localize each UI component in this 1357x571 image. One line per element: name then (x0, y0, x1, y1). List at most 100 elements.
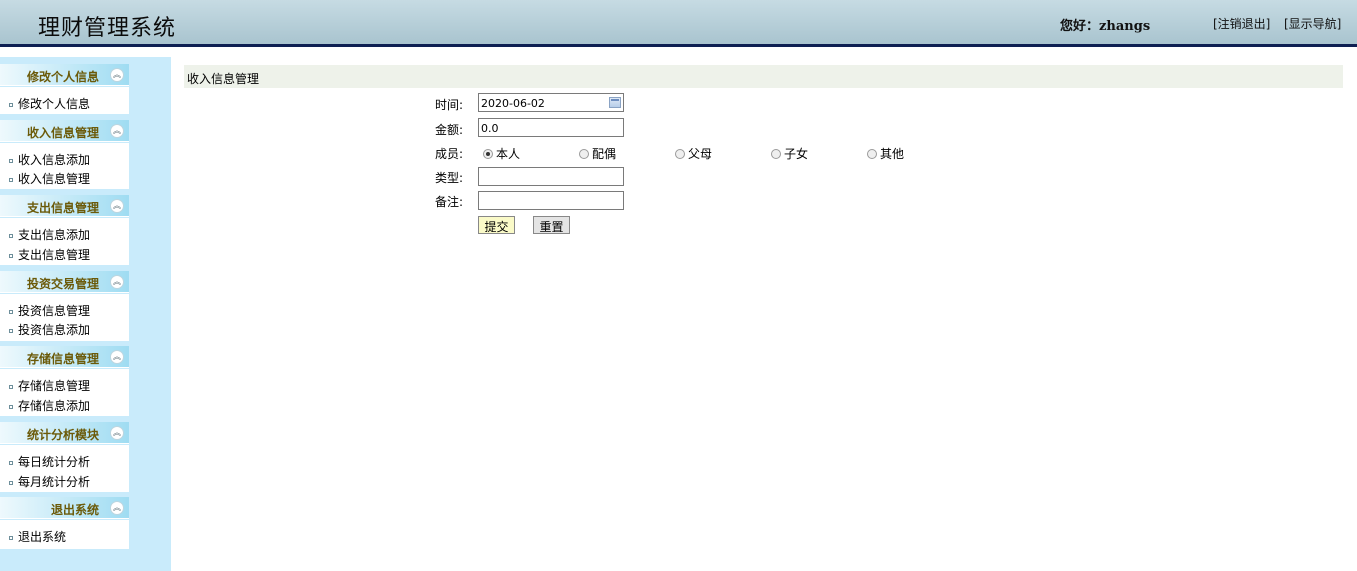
menu-group-title: 修改个人信息 (26, 70, 99, 84)
radio-selected-icon (483, 149, 493, 159)
sidebar-item-monthly-stats[interactable]: 每月统计分析 (9, 473, 90, 490)
sidebar-item-investment-manage[interactable]: 投资信息管理 (9, 302, 90, 319)
sidebar-item-label: 每月统计分析 (18, 475, 91, 489)
menu-group-personal[interactable]: 修改个人信息 ︽ (0, 64, 129, 86)
menu-group-exit[interactable]: 退出系统 ︽ (0, 497, 129, 519)
type-input[interactable] (478, 167, 624, 186)
sidebar-item-storage-add[interactable]: 存储信息添加 (9, 397, 90, 414)
collapse-icon[interactable]: ︽ (110, 124, 124, 138)
menu-group-storage[interactable]: 存储信息管理 ︽ (0, 346, 129, 368)
radio-icon (675, 149, 685, 159)
submit-button[interactable]: 提交 (478, 216, 515, 234)
menu-group-body: 收入信息添加 收入信息管理 (0, 143, 129, 189)
bullet-icon (9, 480, 13, 485)
time-label: 时间: (435, 98, 464, 112)
sidebar-item-edit-profile[interactable]: 修改个人信息 (9, 95, 90, 112)
sidebar-item-income-manage[interactable]: 收入信息管理 (9, 170, 90, 187)
radio-icon (867, 149, 877, 159)
member-radio-spouse[interactable]: 配偶 (579, 145, 616, 162)
menu-group-title: 退出系统 (50, 503, 99, 517)
sidebar-item-label: 退出系统 (18, 530, 67, 544)
app-title: 理财管理系统 (38, 16, 177, 41)
radio-label: 父母 (688, 147, 713, 161)
menu-group-body: 投资信息管理 投资信息添加 (0, 294, 129, 341)
time-input[interactable] (478, 93, 624, 112)
menu-group-expense[interactable]: 支出信息管理 ︽ (0, 195, 129, 217)
bullet-icon (9, 309, 13, 314)
sidebar-item-label: 存储信息管理 (18, 379, 91, 393)
sidebar-item-storage-manage[interactable]: 存储信息管理 (9, 377, 90, 394)
sidebar: 修改个人信息 ︽ 修改个人信息 收入信息管理 ︽ 收入信息添加 收入信息管理 支… (0, 57, 171, 571)
bullet-icon (9, 233, 13, 238)
bullet-icon (9, 328, 13, 333)
sidebar-item-investment-add[interactable]: 投资信息添加 (9, 321, 90, 338)
menu-group-income[interactable]: 收入信息管理 ︽ (0, 120, 129, 142)
bullet-icon (9, 253, 13, 258)
sidebar-item-daily-stats[interactable]: 每日统计分析 (9, 453, 90, 470)
collapse-icon[interactable]: ︽ (110, 68, 124, 82)
sidebar-item-label: 收入信息添加 (18, 153, 91, 167)
amount-label: 金额: (435, 123, 464, 137)
note-label: 备注: (435, 195, 464, 209)
header-bar: 理财管理系统 您好：zhangs [注销退出] [显示导航] (0, 0, 1357, 47)
sidebar-item-exit[interactable]: 退出系统 (9, 528, 66, 545)
page-title: 收入信息管理 (187, 72, 260, 86)
username: zhangs (1099, 19, 1151, 34)
radio-icon (579, 149, 589, 159)
page-title-bar: 收入信息管理 (184, 65, 1343, 88)
sidebar-item-label: 收入信息管理 (18, 172, 91, 186)
collapse-icon[interactable]: ︽ (110, 426, 124, 440)
member-radio-children[interactable]: 子女 (771, 145, 808, 162)
logout-link[interactable]: [注销退出] (1213, 15, 1270, 32)
menu-group-title: 统计分析模块 (26, 428, 99, 442)
menu-group-title: 收入信息管理 (26, 126, 99, 140)
bullet-icon (9, 384, 13, 389)
menu-group-body: 存储信息管理 存储信息添加 (0, 369, 129, 416)
type-label: 类型: (435, 171, 464, 185)
sidebar-item-label: 投资信息添加 (18, 323, 91, 337)
menu-group-title: 投资交易管理 (26, 277, 99, 291)
bullet-icon (9, 177, 13, 182)
reset-button[interactable]: 重置 (533, 216, 570, 234)
menu-group-body: 退出系统 (0, 520, 129, 549)
note-input[interactable] (478, 191, 624, 210)
menu-group-body: 修改个人信息 (0, 87, 129, 114)
member-radio-other[interactable]: 其他 (867, 145, 904, 162)
sidebar-item-label: 每日统计分析 (18, 455, 91, 469)
radio-label: 其他 (880, 147, 905, 161)
bullet-icon (9, 158, 13, 163)
radio-label: 配偶 (592, 147, 617, 161)
menu-group-body: 每日统计分析 每月统计分析 (0, 445, 129, 492)
collapse-icon[interactable]: ︽ (110, 199, 124, 213)
collapse-icon[interactable]: ︽ (110, 501, 124, 515)
radio-label: 本人 (496, 147, 521, 161)
user-greeting: 您好：zhangs (1060, 15, 1150, 34)
collapse-icon[interactable]: ︽ (110, 275, 124, 289)
sidebar-item-label: 修改个人信息 (18, 97, 91, 111)
sidebar-item-expense-add[interactable]: 支出信息添加 (9, 226, 90, 243)
sidebar-item-expense-manage[interactable]: 支出信息管理 (9, 246, 90, 263)
menu-group-title: 支出信息管理 (26, 201, 99, 215)
bullet-icon (9, 460, 13, 465)
sidebar-item-label: 支出信息添加 (18, 228, 91, 242)
member-radio-self[interactable]: 本人 (483, 145, 520, 162)
menu-group-body: 支出信息添加 支出信息管理 (0, 218, 129, 265)
bullet-icon (9, 102, 13, 107)
bullet-icon (9, 404, 13, 409)
radio-label: 子女 (784, 147, 809, 161)
sidebar-item-income-add[interactable]: 收入信息添加 (9, 151, 90, 168)
amount-input[interactable] (478, 118, 624, 137)
member-radio-parents[interactable]: 父母 (675, 145, 712, 162)
sidebar-item-label: 支出信息管理 (18, 248, 91, 262)
menu-group-title: 存储信息管理 (26, 352, 99, 366)
menu-group-statistics[interactable]: 统计分析模块 ︽ (0, 422, 129, 444)
member-label: 成员: (435, 147, 464, 161)
menu-group-investment[interactable]: 投资交易管理 ︽ (0, 271, 129, 293)
collapse-icon[interactable]: ︽ (110, 350, 124, 364)
sidebar-item-label: 投资信息管理 (18, 304, 91, 318)
sidebar-item-label: 存储信息添加 (18, 399, 91, 413)
radio-icon (771, 149, 781, 159)
greeting-prefix: 您好： (1060, 19, 1100, 34)
calendar-icon[interactable] (609, 97, 621, 108)
show-nav-link[interactable]: [显示导航] (1284, 15, 1341, 32)
